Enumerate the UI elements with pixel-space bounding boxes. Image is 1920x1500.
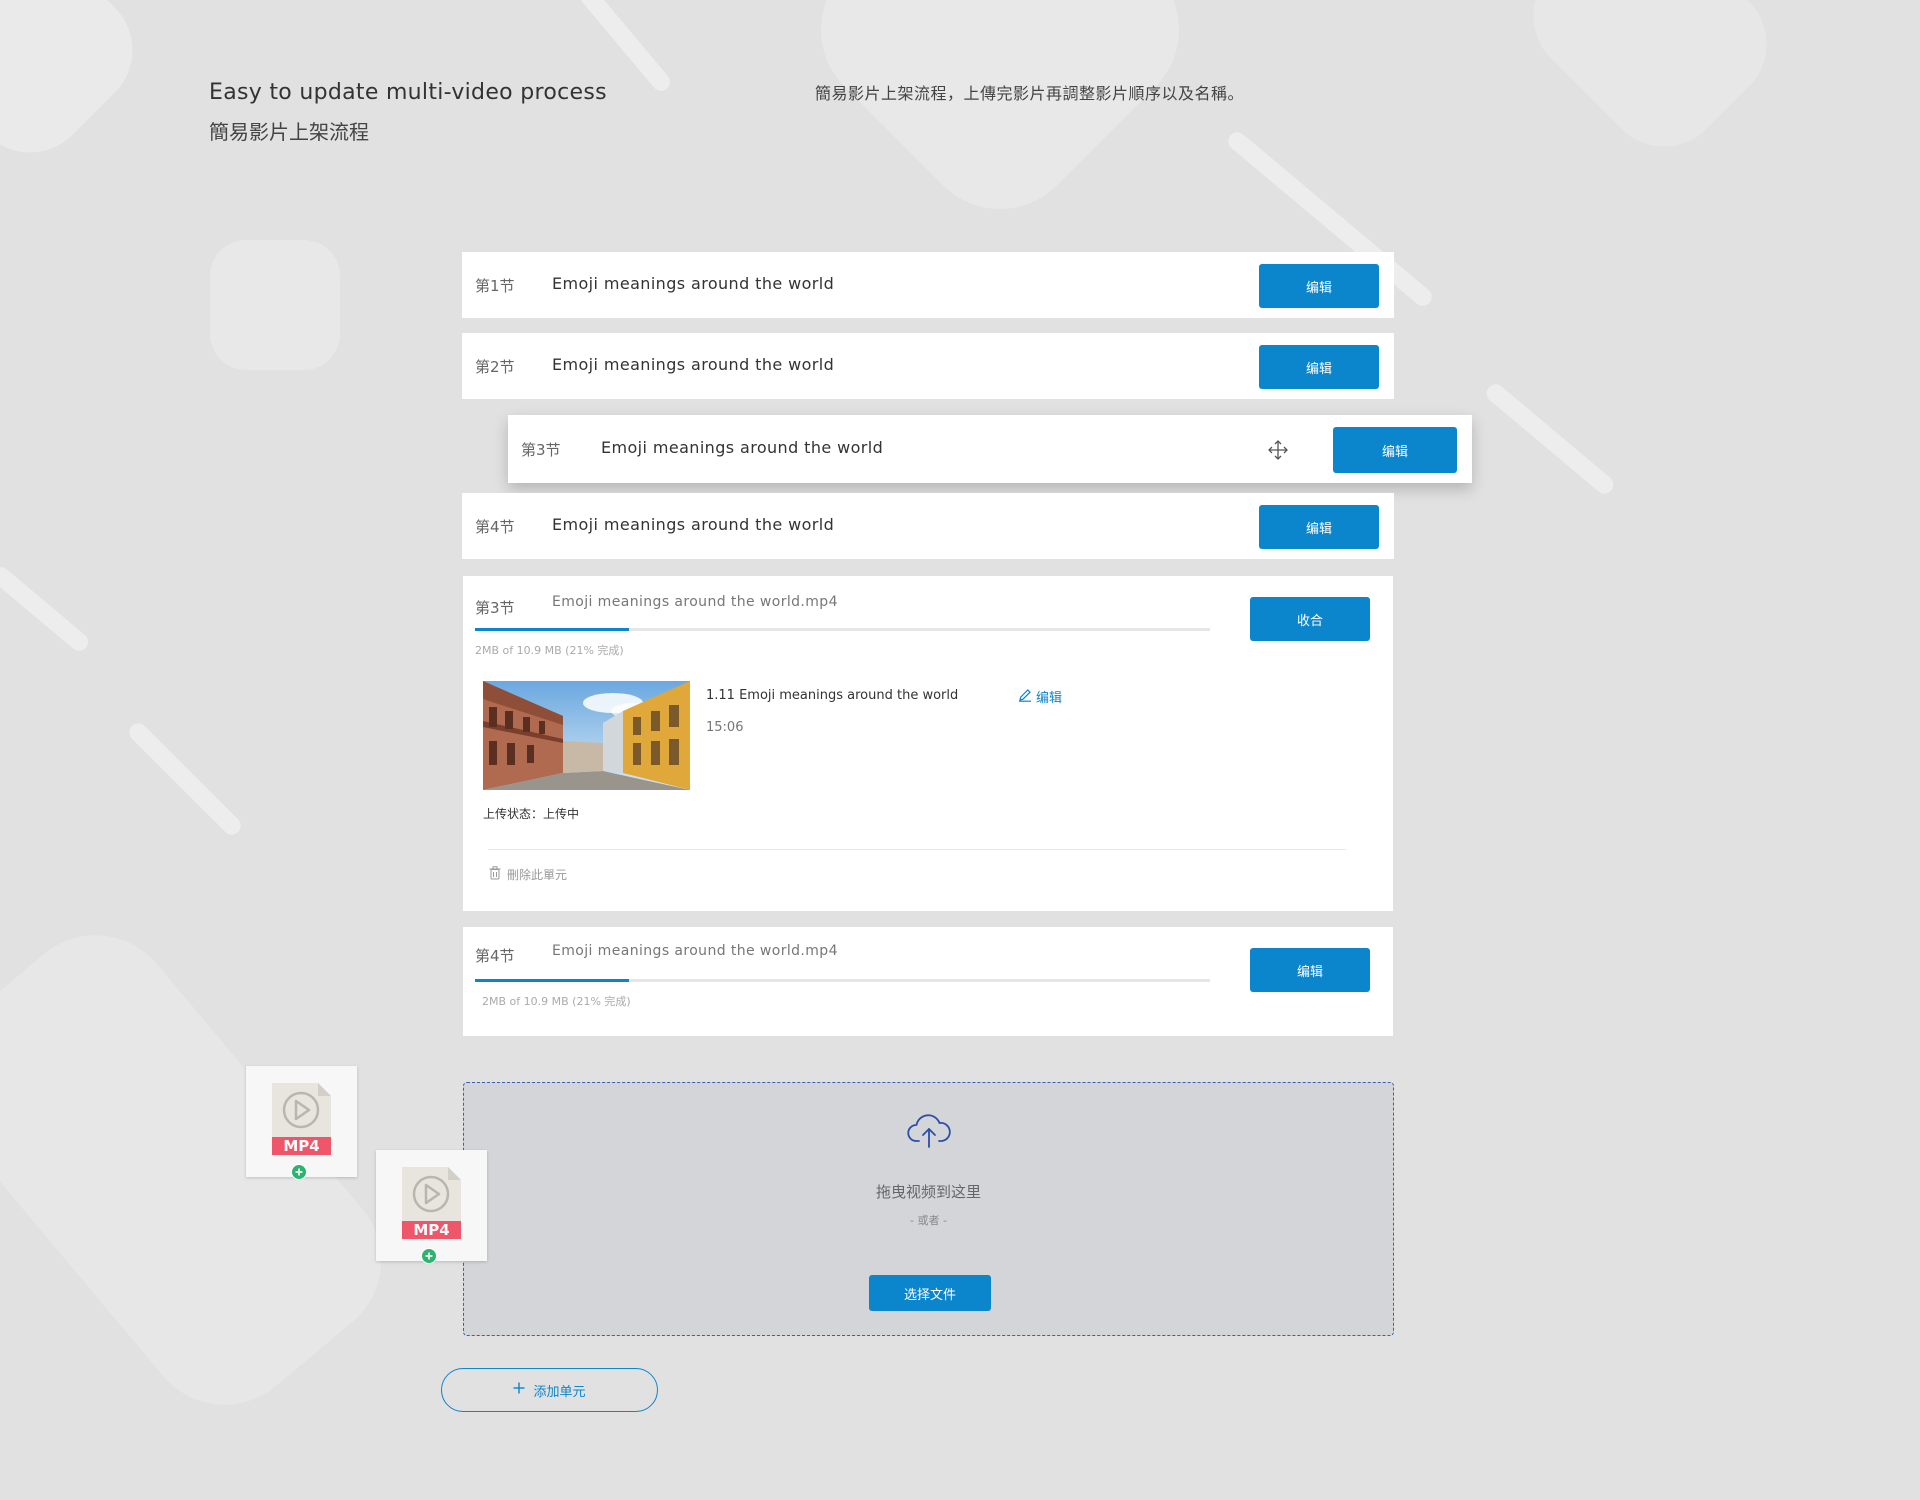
background-shape bbox=[210, 240, 340, 370]
video-duration: 15:06 bbox=[706, 720, 744, 735]
add-badge-icon bbox=[291, 1164, 307, 1184]
upload-progress-fill bbox=[475, 979, 630, 982]
upload-filename: Emoji meanings around the world.mp4 bbox=[552, 594, 838, 610]
section-title: Emoji meanings around the world bbox=[552, 355, 835, 374]
mp4-file-card[interactable]: MP4 bbox=[376, 1150, 487, 1264]
section-title: Emoji meanings around the world bbox=[552, 515, 835, 534]
upload-progress-bar bbox=[475, 628, 1210, 631]
collapse-button[interactable]: 收合 bbox=[1250, 597, 1370, 641]
upload-filename: Emoji meanings around the world.mp4 bbox=[552, 943, 838, 959]
edit-button[interactable]: 编辑 bbox=[1259, 345, 1379, 389]
background-stripe bbox=[0, 563, 92, 655]
section-row[interactable]: 第2节 Emoji meanings around the world 编辑 bbox=[462, 333, 1394, 399]
background-stripe bbox=[125, 719, 245, 839]
video-title: 1.11 Emoji meanings around the world bbox=[706, 688, 959, 703]
mp4-label: MP4 bbox=[413, 1221, 450, 1239]
cloud-upload-icon bbox=[905, 1111, 953, 1155]
drop-zone-text: 拖曳视频到这里 bbox=[875, 1183, 981, 1201]
delete-unit-button[interactable]: 刪除此單元 bbox=[489, 866, 567, 883]
select-file-button[interactable]: 选择文件 bbox=[869, 1275, 991, 1311]
add-unit-button[interactable]: 添加单元 bbox=[441, 1368, 658, 1412]
background-shape bbox=[787, 0, 1213, 243]
background-shape bbox=[1508, 0, 1792, 172]
plus-icon bbox=[513, 1382, 525, 1398]
upload-progress-fill bbox=[475, 628, 630, 631]
section-label: 第3节 bbox=[475, 599, 515, 617]
upload-row: 第4节 Emoji meanings around the world.mp4 … bbox=[463, 927, 1393, 1036]
edit-button[interactable]: 编辑 bbox=[1333, 427, 1457, 473]
move-icon[interactable] bbox=[1267, 439, 1289, 465]
section-title: Emoji meanings around the world bbox=[601, 438, 884, 457]
page-description: 簡易影片上架流程，上傳完影片再調整影片順序以及名稱。 bbox=[815, 84, 1245, 103]
pencil-icon bbox=[1018, 688, 1032, 706]
section-title: Emoji meanings around the world bbox=[552, 274, 835, 293]
edit-button[interactable]: 编辑 bbox=[1250, 948, 1370, 992]
section-row[interactable]: 第1节 Emoji meanings around the world 编辑 bbox=[462, 252, 1394, 318]
background-shape bbox=[0, 0, 158, 178]
trash-icon bbox=[489, 866, 501, 883]
drop-zone-or: - 或者 - bbox=[910, 1214, 947, 1227]
video-edit-link[interactable]: 编辑 bbox=[1018, 687, 1062, 706]
upload-status: 上传状态：上传中 bbox=[483, 807, 580, 821]
section-label: 第1节 bbox=[475, 277, 515, 295]
add-unit-label: 添加单元 bbox=[533, 1384, 586, 1400]
section-label: 第2节 bbox=[475, 358, 515, 376]
upload-panel-expanded: 第3节 Emoji meanings around the world.mp4 … bbox=[463, 576, 1393, 911]
upload-progress-bar bbox=[475, 979, 1210, 982]
section-label: 第3节 bbox=[521, 441, 561, 459]
mp4-label: MP4 bbox=[283, 1137, 320, 1155]
section-label: 第4节 bbox=[475, 518, 515, 536]
background-stripe bbox=[1482, 380, 1618, 498]
video-thumbnail[interactable] bbox=[483, 681, 690, 790]
add-badge-icon bbox=[421, 1248, 437, 1268]
upload-size-text: 2MB of 10.9 MB (21% 完成) bbox=[482, 995, 631, 1008]
upload-size-text: 2MB of 10.9 MB (21% 完成) bbox=[475, 644, 624, 657]
section-label: 第4节 bbox=[475, 947, 515, 965]
edit-button[interactable]: 编辑 bbox=[1259, 505, 1379, 549]
divider bbox=[488, 849, 1346, 850]
section-row-dragging[interactable]: 第3节 Emoji meanings around the world 编辑 bbox=[508, 415, 1472, 483]
drop-zone[interactable]: 拖曳视频到这里 - 或者 - 选择文件 bbox=[463, 1082, 1394, 1336]
edit-button[interactable]: 编辑 bbox=[1259, 264, 1379, 308]
mp4-file-card[interactable]: MP4 bbox=[246, 1066, 357, 1180]
page-subtitle: 簡易影片上架流程 bbox=[209, 120, 369, 144]
page-title: Easy to update multi-video process bbox=[209, 80, 607, 105]
delete-unit-label: 刪除此單元 bbox=[507, 868, 568, 882]
section-row[interactable]: 第4节 Emoji meanings around the world 编辑 bbox=[462, 493, 1394, 559]
edit-link-label: 编辑 bbox=[1036, 691, 1063, 706]
